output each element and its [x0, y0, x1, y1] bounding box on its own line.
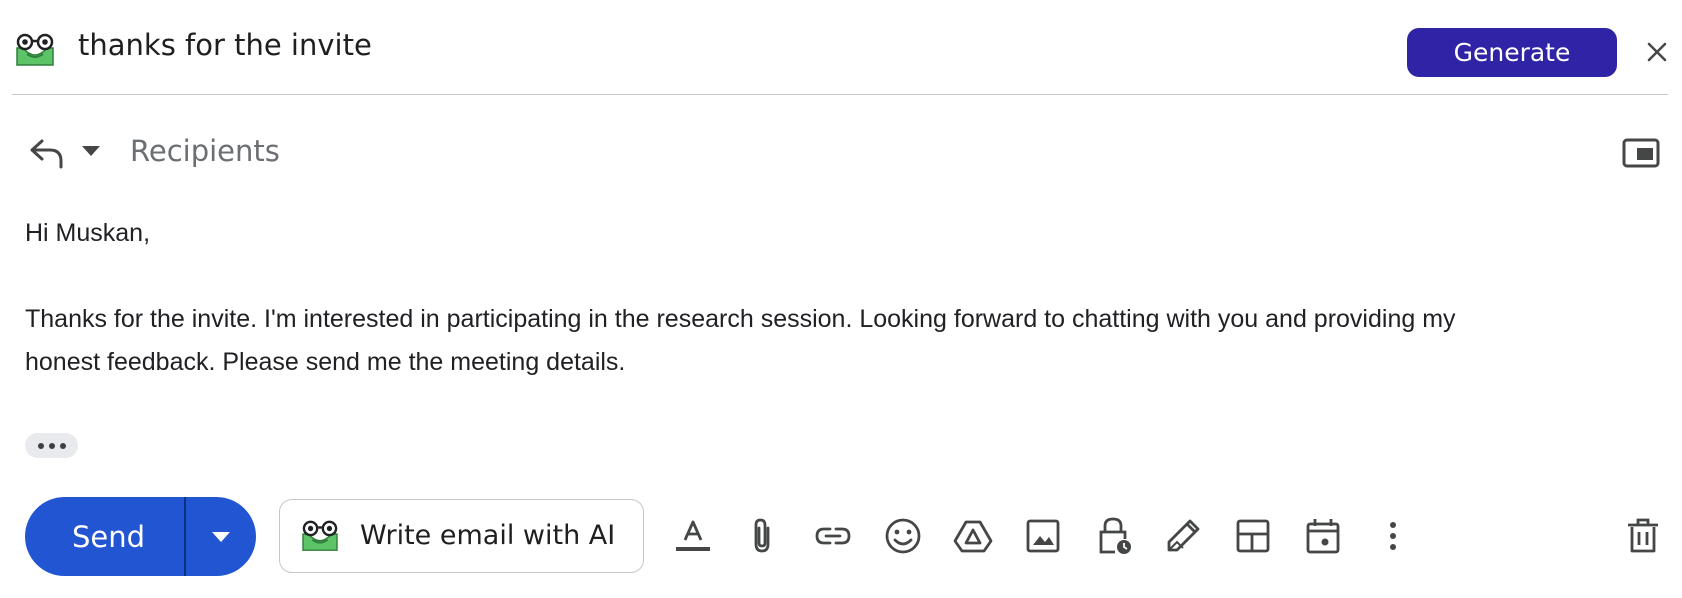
attach-icon[interactable]: [743, 516, 783, 556]
message-body[interactable]: Hi Muskan, Thanks for the invite. I'm in…: [25, 212, 1670, 384]
send-button[interactable]: Send: [25, 497, 184, 576]
ai-helper-logo-icon: [300, 519, 340, 553]
reply-icon[interactable]: [28, 136, 66, 170]
send-options-button[interactable]: [186, 497, 256, 576]
more-options-icon[interactable]: [1373, 516, 1413, 556]
body-line: honest feedback. Please send me the meet…: [25, 348, 626, 376]
ai-prompt-input[interactable]: thanks for the invite: [78, 28, 372, 62]
body-greeting: Hi Muskan,: [25, 219, 151, 247]
chevron-down-icon: [212, 532, 230, 542]
ai-helper-bar: thanks for the invite Generate: [12, 0, 1668, 95]
send-button-group: Send: [25, 497, 256, 576]
trash-icon[interactable]: [1623, 516, 1663, 556]
body-line: Thanks for the invite. I'm interested in…: [25, 305, 1456, 333]
generate-button[interactable]: Generate: [1407, 28, 1617, 77]
recipients-row: Recipients: [0, 118, 1682, 188]
write-with-ai-button[interactable]: Write email with AI: [279, 499, 644, 573]
drive-icon[interactable]: [953, 516, 993, 556]
image-icon[interactable]: [1023, 516, 1063, 556]
ai-helper-logo-icon: [14, 32, 56, 68]
close-icon[interactable]: [1641, 36, 1673, 68]
chevron-down-icon[interactable]: [80, 144, 102, 158]
write-with-ai-label: Write email with AI: [360, 520, 616, 551]
emoji-icon[interactable]: [883, 516, 923, 556]
schedule-icon[interactable]: [1303, 516, 1343, 556]
recipients-input[interactable]: Recipients: [130, 134, 280, 168]
confidential-mode-icon[interactable]: [1093, 516, 1133, 556]
popout-icon[interactable]: [1622, 138, 1660, 168]
link-icon[interactable]: [813, 516, 853, 556]
text-format-icon[interactable]: [673, 516, 713, 556]
more-horizontal-icon[interactable]: [25, 433, 78, 458]
template-icon[interactable]: [1233, 516, 1273, 556]
signature-icon[interactable]: [1163, 516, 1203, 556]
